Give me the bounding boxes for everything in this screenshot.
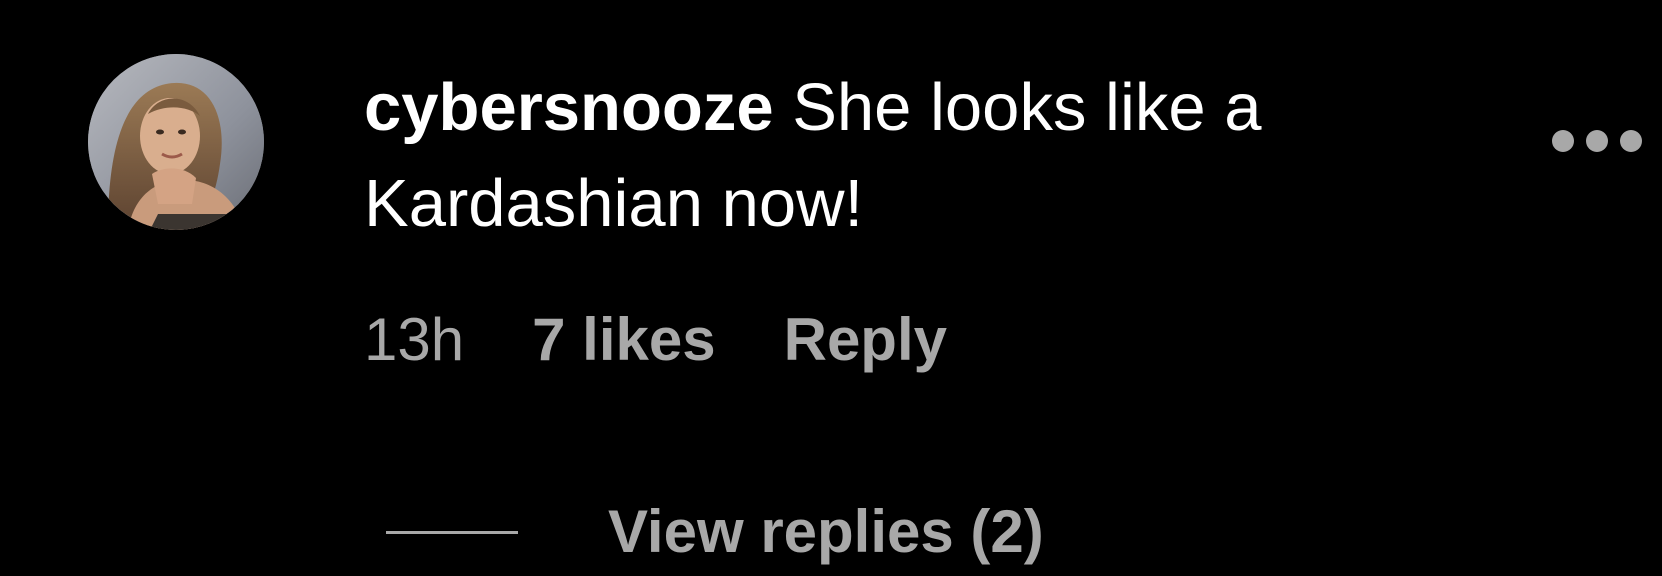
view-replies-label: View replies (2) — [608, 498, 1044, 565]
more-horizontal-icon — [1552, 130, 1574, 152]
more-horizontal-icon-dot — [1586, 130, 1608, 152]
comment-meta: 13h 7 likes Reply — [364, 300, 947, 380]
comment-text-block: cybersnooze She looks like a Kardashian … — [364, 60, 1524, 252]
profile-photo — [88, 54, 264, 230]
likes-count[interactable]: 7 likes — [532, 300, 716, 380]
comment: cybersnooze She looks like a Kardashian … — [0, 0, 1662, 576]
avatar[interactable] — [88, 54, 264, 230]
timestamp: 13h — [364, 306, 465, 373]
comment-body: cybersnooze She looks like a Kardashian … — [364, 60, 1524, 252]
reply-button[interactable]: Reply — [784, 300, 947, 380]
replies-divider-line — [386, 530, 518, 534]
view-replies-button[interactable]: View replies (2) — [386, 492, 1044, 572]
more-options-button[interactable] — [1552, 128, 1642, 154]
username[interactable]: cybersnooze — [364, 70, 774, 145]
more-horizontal-icon-dot — [1620, 130, 1642, 152]
